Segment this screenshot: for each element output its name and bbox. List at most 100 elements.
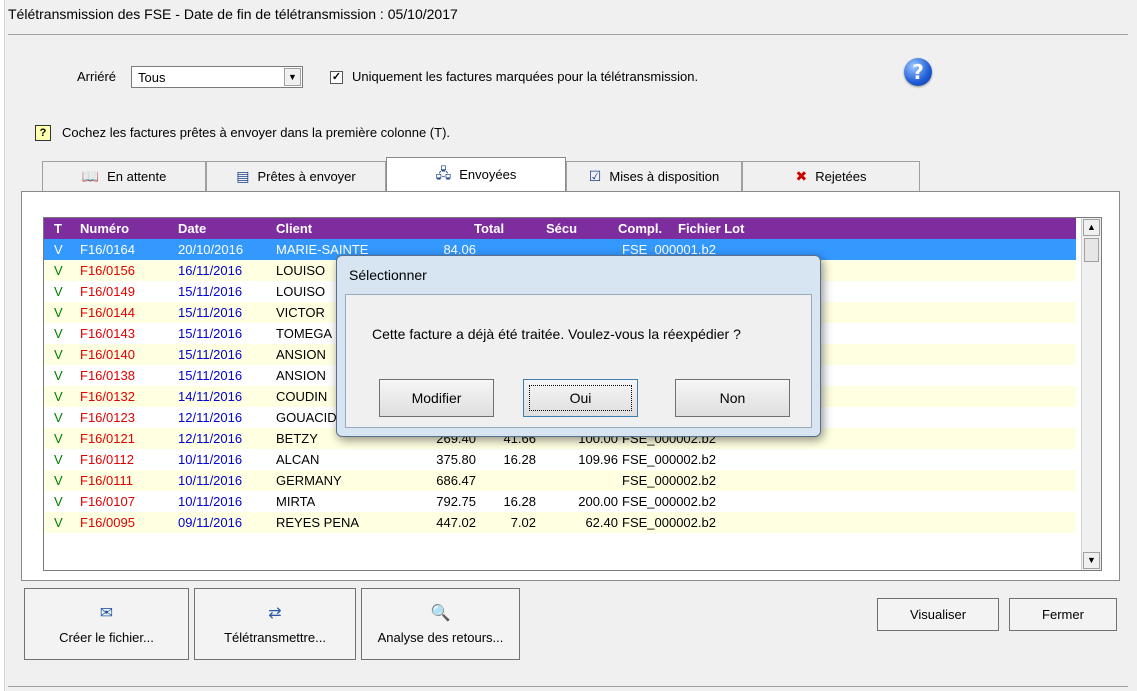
scroll-down-icon[interactable]: ▼ <box>1083 552 1100 569</box>
tab-label: Rejetées <box>815 169 867 184</box>
cell-secu: 7.02 <box>510 515 536 530</box>
table-row[interactable]: V F16/0111 10/11/2016 GERMANY 686.47 FSE_0000… <box>44 470 1076 491</box>
arriere-select[interactable]: Tous ▼ <box>131 66 303 88</box>
non-button[interactable]: Non <box>675 379 790 417</box>
cell-numero: F16/0138 <box>80 368 135 383</box>
cell-t: V <box>54 389 63 404</box>
column-header[interactable]: T <box>54 221 62 236</box>
cell-lot: FSE_000002.b2 <box>622 452 716 467</box>
cell-total: 686.47 <box>436 473 476 488</box>
analyse-retours-label: Analyse des retours... <box>377 630 504 645</box>
cell-t: V <box>54 410 63 425</box>
cell-numero: F16/0143 <box>80 326 135 341</box>
cell-client: LOUISO <box>276 284 326 299</box>
cell-numero: F16/0164 <box>80 242 135 257</box>
cell-date: 15/11/2016 <box>178 326 243 341</box>
non-label: Non <box>719 390 746 406</box>
creer-fichier-label: Créer le fichier... <box>59 630 154 645</box>
marked-invoices-label: Uniquement les factures marquées pour la… <box>352 69 699 84</box>
cell-secu: 16.28 <box>503 452 536 467</box>
cell-client: REYES PENA <box>276 515 360 530</box>
column-header[interactable]: Fichier Lot <box>678 221 744 236</box>
modifier-button[interactable]: Modifier <box>379 379 494 417</box>
cell-t: V <box>54 284 63 299</box>
cell-client: COUDIN <box>276 389 328 404</box>
cell-t: V <box>54 347 63 362</box>
dialog-message: Cette facture a déjà été traitée. Voulez… <box>372 326 741 342</box>
analyse-retours-button[interactable]: 🔍 Analyse des retours... <box>361 588 520 660</box>
cell-date: 10/11/2016 <box>178 452 243 467</box>
cell-date: 20/10/2016 <box>178 242 244 257</box>
transmit-icon: ⇄ <box>268 603 282 622</box>
cell-date: 15/11/2016 <box>178 347 243 362</box>
column-header[interactable]: Client <box>276 221 312 236</box>
fermer-button[interactable]: Fermer <box>1009 598 1117 631</box>
scroll-thumb[interactable] <box>1084 238 1099 262</box>
tab-rejetees[interactable]: ✖ Rejetées <box>742 161 920 191</box>
column-header[interactable]: Numéro <box>80 221 129 236</box>
column-header[interactable]: Sécu <box>546 221 577 236</box>
teletransmettre-button[interactable]: ⇄ Télétransmettre... <box>194 588 356 660</box>
cell-client: VICTOR <box>276 305 325 320</box>
cell-numero: F16/0095 <box>80 515 135 530</box>
cell-t: V <box>54 431 63 446</box>
creer-fichier-button[interactable]: ✉ Créer le fichier... <box>24 588 189 660</box>
cell-client: GERMANY <box>276 473 342 488</box>
scroll-up-icon[interactable]: ▲ <box>1083 219 1100 236</box>
column-header[interactable]: Date <box>178 221 206 236</box>
tab-en-attente[interactable]: 📖 En attente <box>42 161 206 191</box>
grid-header: T Numéro Date Client Total Sécu Compl. F… <box>44 218 1076 239</box>
window-title: Télétransmission des FSE - Date de fin d… <box>8 6 458 22</box>
cell-numero: F16/0111 <box>80 473 134 488</box>
cell-date: 10/11/2016 <box>178 473 243 488</box>
dialog-title: Sélectionner <box>349 267 427 283</box>
cell-compl: 62.40 <box>585 515 618 530</box>
checked-clipboard-icon: ☑ <box>588 168 602 185</box>
chevron-down-icon[interactable]: ▼ <box>284 68 301 86</box>
cell-date: 15/11/2016 <box>178 368 243 383</box>
cell-lot: FSE_000002.b2 <box>622 494 716 509</box>
oui-button[interactable]: Oui <box>523 379 638 417</box>
arriere-select-value: Tous <box>138 70 166 85</box>
hint-text: Cochez les factures prêtes à envoyer dan… <box>62 125 451 140</box>
teletransmettre-label: Télétransmettre... <box>224 630 326 645</box>
dialog-body: Cette facture a déjà été traitée. Voulez… <box>345 294 812 428</box>
cell-total: 792.75 <box>436 494 476 509</box>
visualiser-button[interactable]: Visualiser <box>877 598 999 631</box>
cell-compl: 109.96 <box>578 452 618 467</box>
tab-envoyees[interactable]: 🖧 Envoyées <box>386 157 566 191</box>
cell-client: ALCAN <box>276 452 320 467</box>
cell-numero: F16/0112 <box>80 452 134 467</box>
cell-numero: F16/0144 <box>80 305 135 320</box>
tab-pretes-a-envoyer[interactable]: ▤ Prêtes à envoyer <box>206 161 386 191</box>
modifier-label: Modifier <box>411 390 462 406</box>
fermer-label: Fermer <box>1042 607 1084 622</box>
vertical-scrollbar[interactable]: ▲ ▼ <box>1081 218 1101 570</box>
column-header[interactable]: Compl. <box>618 221 662 236</box>
cell-numero: F16/0121 <box>80 431 135 446</box>
table-row[interactable]: V F16/0107 10/11/2016 MIRTA 792.75 16.28 200.0… <box>44 491 1076 512</box>
cell-t: V <box>54 368 63 383</box>
tab-label: Envoyées <box>459 167 517 182</box>
title-separator <box>8 34 1128 35</box>
document-list-icon: ▤ <box>236 168 250 185</box>
cell-date: 09/11/2016 <box>178 515 243 530</box>
cell-secu: 16.28 <box>503 494 536 509</box>
cell-t: V <box>54 326 63 341</box>
cell-numero: F16/0132 <box>80 389 135 404</box>
column-header[interactable]: Total <box>474 221 504 236</box>
cell-numero: F16/0123 <box>80 410 135 425</box>
cell-date: 12/11/2016 <box>178 410 243 425</box>
tab-label: Prêtes à envoyer <box>257 169 356 184</box>
cell-date: 12/11/2016 <box>178 431 243 446</box>
cell-client: MIRTA <box>276 494 316 509</box>
table-row[interactable]: V F16/0112 10/11/2016 ALCAN 375.80 16.28 109.9… <box>44 449 1076 470</box>
table-row[interactable]: V F16/0095 09/11/2016 REYES PENA 447.02 7.02 6… <box>44 512 1076 533</box>
book-icon: 📖 <box>81 168 100 185</box>
cell-client: LOUISO <box>276 263 326 278</box>
help-icon[interactable]: ? <box>904 58 932 86</box>
marked-invoices-checkbox[interactable]: ✓ <box>330 71 343 84</box>
send-computer-icon: 🖧 <box>435 165 452 182</box>
arriere-label: Arriéré <box>77 69 117 84</box>
tab-mises-a-disposition[interactable]: ☑ Mises à disposition <box>566 161 742 191</box>
